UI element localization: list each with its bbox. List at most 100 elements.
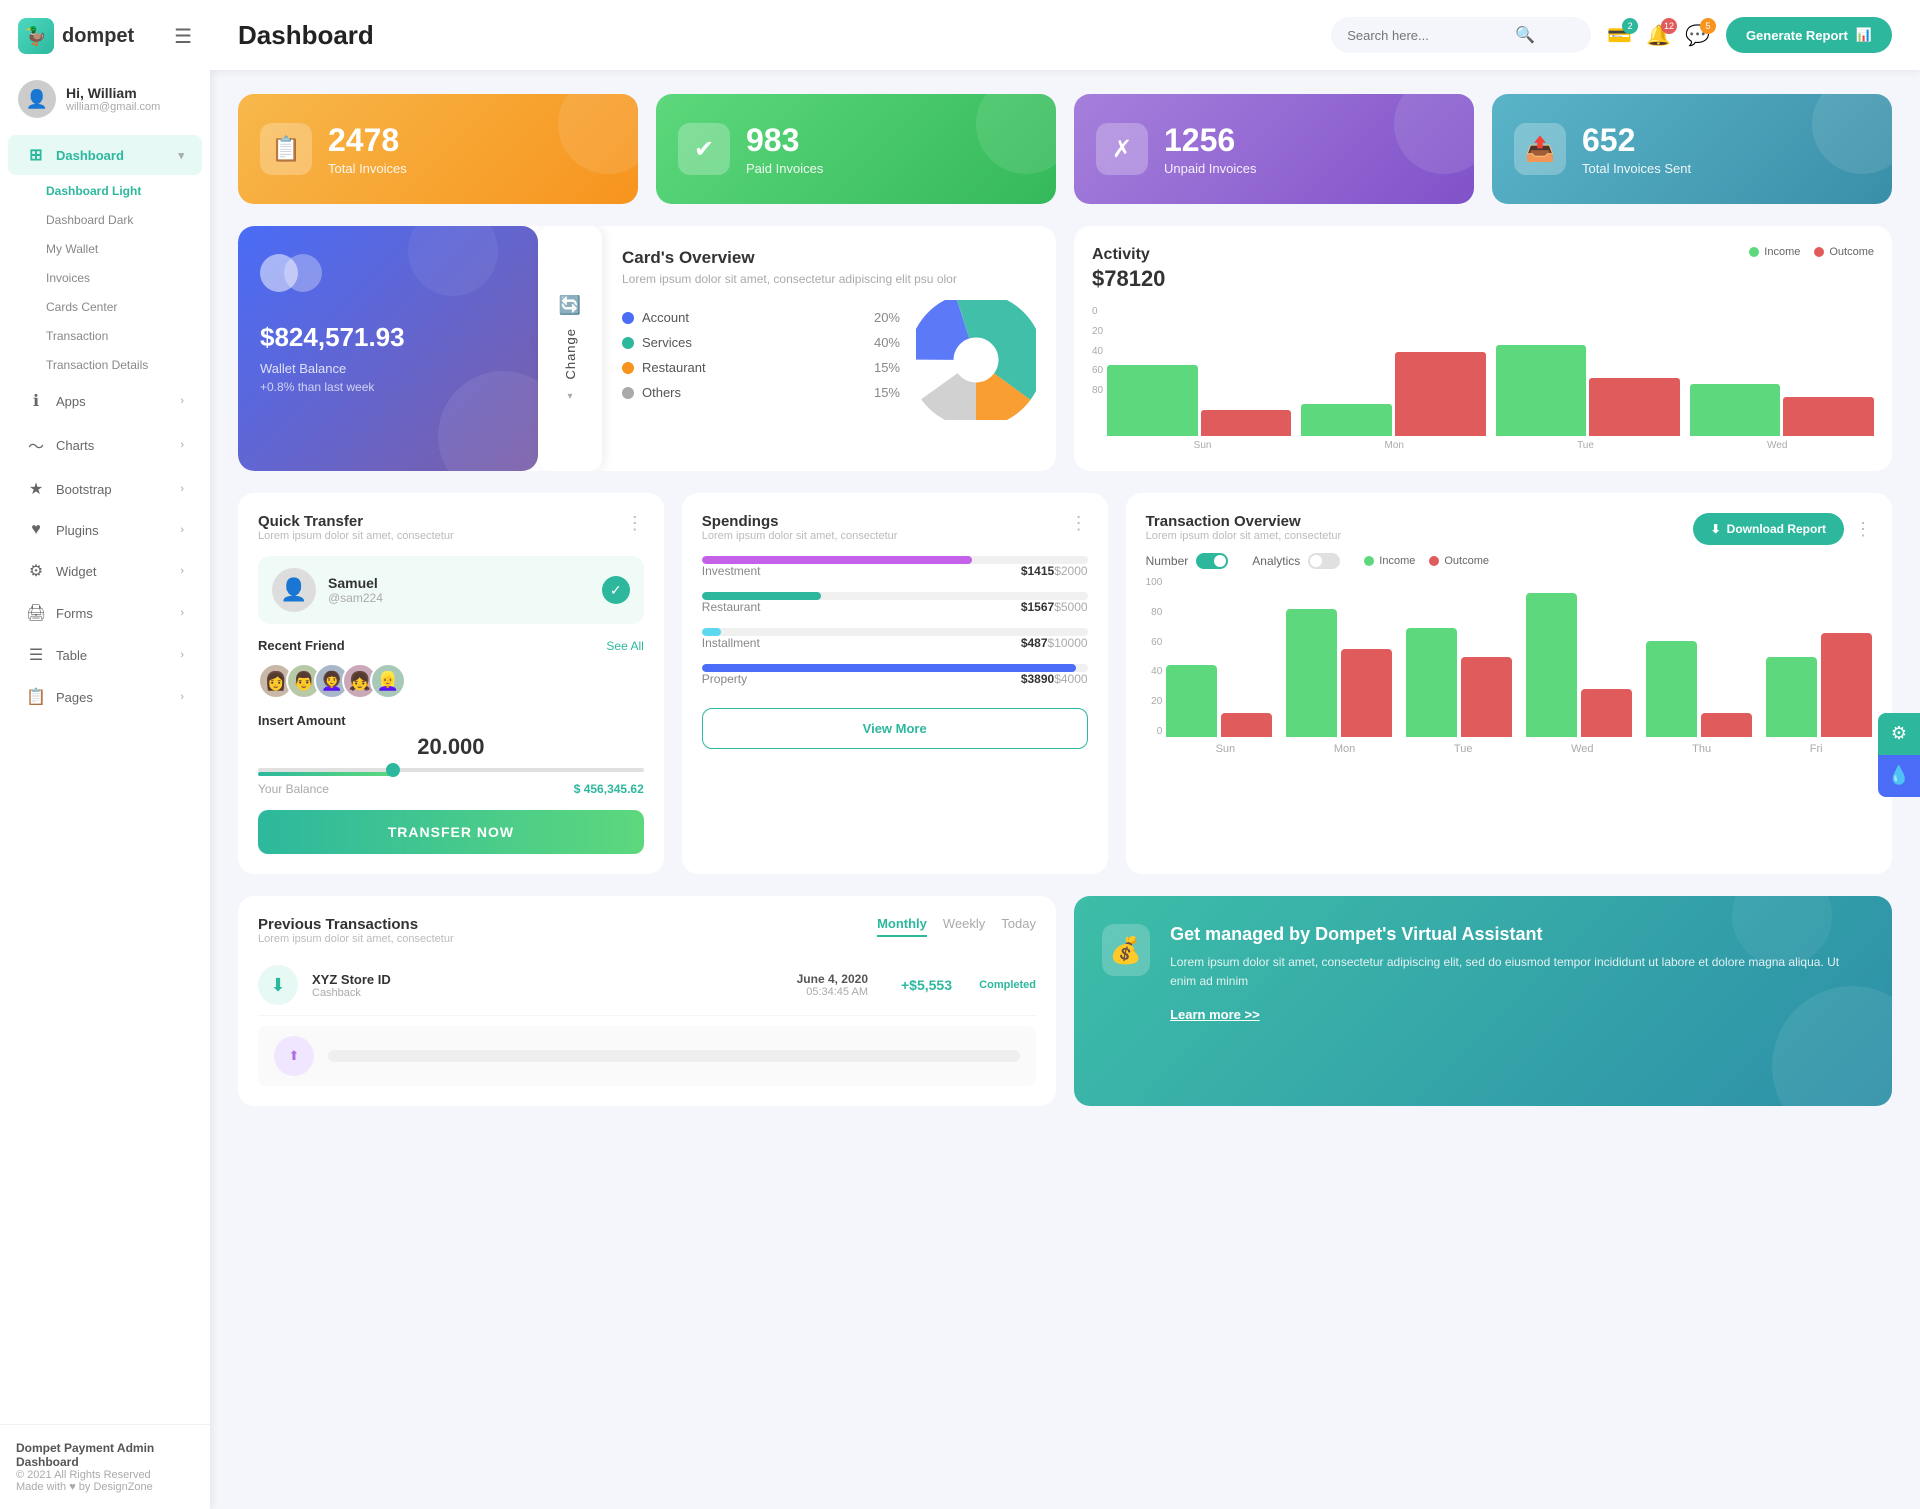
va-title: Get managed by Dompet's Virtual Assistan…	[1170, 924, 1864, 945]
to-bar-group	[1646, 641, 1752, 737]
tab-monthly[interactable]: Monthly	[877, 916, 927, 937]
tx-date-value: June 4, 2020	[797, 972, 868, 986]
water-drop-side-button[interactable]: 💧	[1878, 755, 1920, 797]
apps-icon: ℹ	[26, 391, 46, 411]
outcome-bar	[1783, 397, 1874, 436]
sidebar-item-forms[interactable]: 🖨 Forms ›	[8, 593, 202, 633]
stat-icon-paid: ✔	[678, 123, 730, 175]
income-legend-dot	[1749, 247, 1759, 257]
income-bar	[1107, 365, 1198, 437]
spend-pct-others: 15%	[874, 385, 900, 400]
dot-account	[622, 312, 634, 324]
wallet-badge: 2	[1622, 18, 1638, 34]
wallet-amount: $824,571.93	[260, 322, 516, 353]
to-menu-icon[interactable]: ⋮	[1854, 519, 1872, 540]
spend-pct-account: 20%	[874, 310, 900, 325]
sub-item-dashboard-dark[interactable]: Dashboard Dark	[36, 206, 202, 234]
check-icon: ✓	[602, 576, 630, 604]
sidebar-item-widget[interactable]: ⚙ Widget ›	[8, 551, 202, 591]
bell-icon-btn[interactable]: 🔔 12	[1646, 23, 1671, 48]
va-learn-more-link[interactable]: Learn more >>	[1170, 1007, 1260, 1022]
sidebar-item-label-plugins: Plugins	[56, 523, 99, 538]
side-buttons: ⚙ 💧	[1878, 713, 1920, 797]
stat-icon-sent: 📤	[1514, 123, 1566, 175]
sidebar-item-pages[interactable]: 📋 Pages ›	[8, 677, 202, 717]
sub-item-my-wallet[interactable]: My Wallet	[36, 235, 202, 263]
stat-label-unpaid: Unpaid Invoices	[1164, 161, 1257, 176]
chat-icon-btn[interactable]: 💬 5	[1685, 23, 1710, 48]
activity-card: Activity $78120 Income Outcome	[1074, 226, 1892, 471]
previous-transactions-card: Previous Transactions Lorem ipsum dolor …	[238, 896, 1056, 1106]
to-bar-group	[1286, 609, 1392, 737]
pages-icon: 📋	[26, 687, 46, 707]
spendings-sub: Lorem ipsum dolor sit amet, consectetur	[702, 530, 898, 542]
chat-badge: 5	[1700, 18, 1716, 34]
settings-side-button[interactable]: ⚙	[1878, 713, 1920, 755]
sidebar-item-plugins[interactable]: ♥ Plugins ›	[8, 511, 202, 549]
sidebar-item-charts[interactable]: 〜 Charts ›	[8, 423, 202, 467]
sidebar-item-apps[interactable]: ℹ Apps ›	[8, 381, 202, 421]
chart-icon: 📊	[1856, 27, 1872, 43]
hamburger-icon[interactable]: ☰	[174, 24, 192, 49]
circle2	[284, 254, 322, 292]
stat-label-paid: Paid Invoices	[746, 161, 823, 176]
insert-amount-label: Insert Amount	[258, 713, 644, 728]
spend-label-services: Services	[642, 335, 866, 350]
sub-item-transaction-details[interactable]: Transaction Details	[36, 351, 202, 379]
balance-label: Your Balance	[258, 782, 329, 796]
tab-weekly[interactable]: Weekly	[943, 916, 985, 937]
logo-icon: 🦆	[18, 18, 54, 54]
amount-slider[interactable]	[258, 768, 644, 776]
tx-name: XYZ Store ID	[312, 972, 391, 987]
spend-label-account: Account	[642, 310, 866, 325]
analytics-toggle-label: Analytics	[1252, 554, 1300, 568]
outcome-legend-dot	[1814, 247, 1824, 257]
recipient-name: Samuel	[328, 575, 383, 591]
bootstrap-icon: ★	[26, 479, 46, 499]
activity-title: Activity	[1092, 246, 1165, 264]
number-toggle-label: Number	[1146, 554, 1189, 568]
sub-item-dashboard-light[interactable]: Dashboard Light	[36, 177, 202, 205]
number-toggle-group: Number	[1146, 553, 1229, 569]
to-bar-group	[1766, 633, 1872, 737]
search-input[interactable]	[1347, 28, 1507, 43]
view-more-button[interactable]: View More	[702, 708, 1088, 749]
header: Dashboard 🔍 💳 2 🔔 12 💬 5 Generate Report…	[210, 0, 1920, 70]
outcome-legend-label: Outcome	[1829, 246, 1874, 258]
transfer-now-button[interactable]: TRANSFER NOW	[258, 810, 644, 854]
to-income-bar	[1646, 641, 1697, 737]
see-all-button[interactable]: See All	[606, 639, 643, 653]
sub-item-invoices[interactable]: Invoices	[36, 264, 202, 292]
card-details: Card's Overview Lorem ipsum dolor sit am…	[602, 226, 1056, 471]
wallet-icon-btn[interactable]: 💳 2	[1607, 23, 1632, 48]
sidebar-item-dashboard[interactable]: ⊞ Dashboard ▾	[8, 135, 202, 175]
spending-bar-property	[702, 664, 1076, 672]
spendings-menu-icon[interactable]: ⋮	[1070, 513, 1088, 534]
stat-num-sent: 652	[1582, 122, 1691, 159]
sidebar-item-label-charts: Charts	[56, 438, 94, 453]
quick-transfer-sub: Lorem ipsum dolor sit amet, consectetur	[258, 530, 454, 542]
to-outcome-bar	[1821, 633, 1872, 737]
outcome-bar	[1395, 352, 1486, 437]
change-button[interactable]: 🔄 Change ▾	[538, 226, 602, 471]
tx-icon-2: ⬆	[274, 1036, 314, 1076]
sidebar-item-label-forms: Forms	[56, 606, 93, 621]
sub-item-cards-center[interactable]: Cards Center	[36, 293, 202, 321]
prev-tx-tabs: Monthly Weekly Today	[877, 916, 1036, 937]
footer-copyright: © 2021 All Rights Reserved	[16, 1469, 194, 1481]
card-overview-title: Card's Overview	[622, 248, 1036, 268]
sub-item-transaction[interactable]: Transaction	[36, 322, 202, 350]
download-report-button[interactable]: ⬇ Download Report	[1693, 513, 1844, 545]
sidebar-item-table[interactable]: ☰ Table ›	[8, 635, 202, 675]
analytics-toggle[interactable]	[1308, 553, 1340, 569]
activity-y-axis: 806040200	[1092, 306, 1107, 396]
generate-report-button[interactable]: Generate Report 📊	[1726, 17, 1892, 53]
stat-card-unpaid: ✗ 1256 Unpaid Invoices	[1074, 94, 1474, 204]
income-bar	[1496, 345, 1587, 436]
tab-today[interactable]: Today	[1001, 916, 1036, 937]
quick-transfer-menu-icon[interactable]: ⋮	[626, 513, 644, 534]
to-income-bar	[1406, 628, 1457, 737]
change-label: Change	[563, 328, 578, 380]
sidebar-item-bootstrap[interactable]: ★ Bootstrap ›	[8, 469, 202, 509]
number-toggle[interactable]	[1196, 553, 1228, 569]
